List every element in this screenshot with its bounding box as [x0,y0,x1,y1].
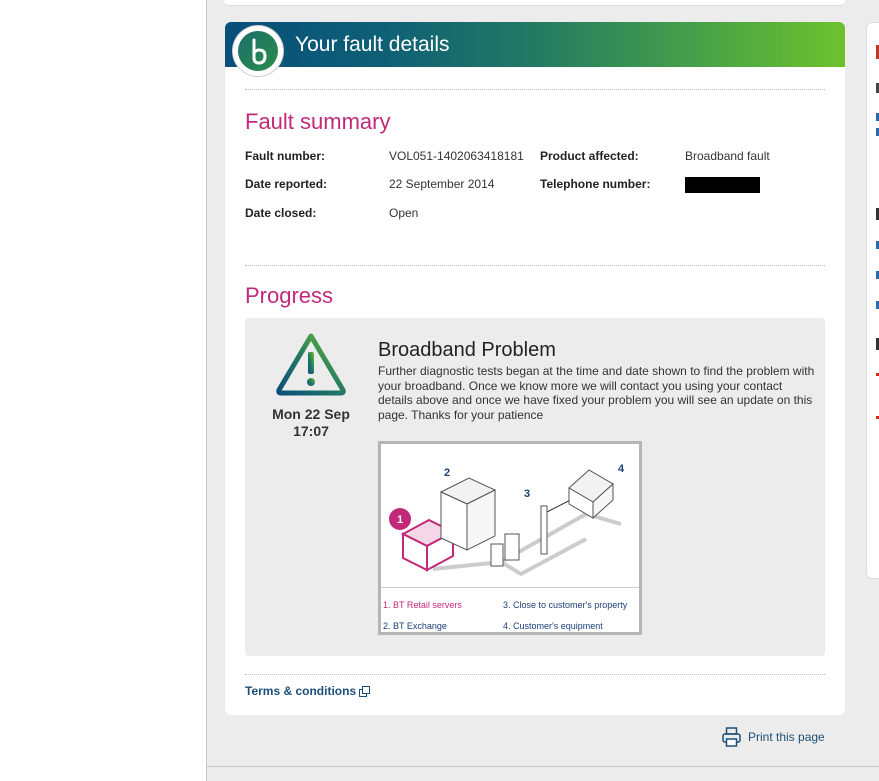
date-reported-label: Date reported: [245,177,328,191]
fault-number-label: Fault number: [245,149,325,163]
banner-title: Your fault details [295,33,450,56]
event-date-day: Mon 22 Sep [272,406,350,422]
bt-logo-glyph [252,38,267,65]
progress-heading: Progress [245,283,334,308]
date-reported-value: 22 September 2014 [389,177,495,191]
left-blank-area [0,0,206,781]
bt-logo-icon [233,26,283,76]
terms-conditions-link[interactable]: Terms & conditions [245,684,371,698]
divider [245,674,825,675]
progress-event-box: Mon 22 Sep 17:07 Broadband Problem Furth… [245,318,825,656]
fault-details-banner: Your fault details [225,22,845,67]
diagram-legend: 1. BT Retail servers 3. Close to custome… [381,587,639,633]
diagram-number-4: 4 [618,463,625,475]
divider [245,89,825,90]
footer-divider [206,766,879,767]
fault-summary-heading: Fault summary [245,109,391,134]
right-side-panel [866,22,879,579]
diagram-number-3: 3 [524,488,530,500]
print-page-link[interactable]: Print this page [722,727,825,747]
product-affected-label: Product affected: [540,149,639,163]
legend-close-to-property: 3. Close to customer's property [503,600,628,610]
telephone-number-redacted [685,177,760,193]
network-diagram: 1 2 3 4 1. BT Retail servers 3. Close to… [378,441,642,635]
legend-bt-exchange: 2. BT Exchange [383,621,447,631]
date-closed-value: Open [389,206,419,220]
diagram-number-2: 2 [444,467,450,479]
telephone-number-label: Telephone number: [540,177,651,191]
network-diagram-illustration: 1 2 3 4 [389,463,625,577]
external-link-icon [359,685,371,697]
legend-customer-equipment: 4. Customer's equipment [503,621,603,631]
fault-number-value: VOL051-1402063418181 [389,149,524,163]
printer-icon [722,727,741,747]
divider [245,265,825,266]
event-description: Further diagnostic tests began at the ti… [378,364,815,422]
legend-bt-retail-servers: 1. BT Retail servers [383,600,462,610]
diagram-number-1: 1 [397,514,403,526]
previous-panel-edge [224,0,845,6]
event-date: Mon 22 Sep 17:07 [260,406,362,440]
terms-conditions-label: Terms & conditions [245,684,357,698]
bt-logo-inner [238,31,278,71]
date-closed-label: Date closed: [245,206,317,220]
event-date-time: 17:07 [293,423,329,439]
warning-triangle-icon [276,333,346,396]
print-page-label: Print this page [748,730,825,744]
event-title: Broadband Problem [378,339,556,361]
fault-details-card: Your fault details Fault summary Fault n… [225,22,845,715]
product-affected-value: Broadband fault [685,149,770,163]
